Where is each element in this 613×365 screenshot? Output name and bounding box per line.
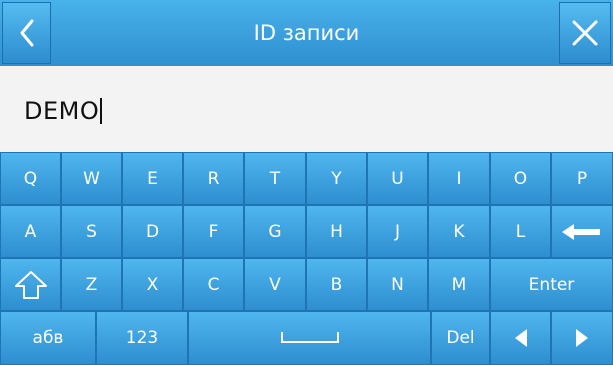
key-y[interactable]: Y	[306, 152, 367, 205]
cursor-right-button[interactable]	[551, 311, 613, 365]
page-title: ID записи	[253, 21, 360, 45]
key-s[interactable]: S	[61, 205, 122, 258]
onscreen-keyboard: Q W E R T Y U I O P A S D F G H J K L Z …	[0, 152, 613, 365]
key-x[interactable]: X	[122, 258, 183, 311]
space-button[interactable]	[188, 311, 431, 365]
key-f[interactable]: F	[183, 205, 244, 258]
chevron-left-icon	[20, 19, 33, 47]
record-id-input[interactable]: DEMO	[0, 66, 613, 152]
input-text: DEMO	[24, 97, 103, 125]
title-bar: ID записи	[0, 0, 613, 66]
key-a[interactable]: A	[0, 205, 61, 258]
screen: ID записи DEMO Q W E R T Y U I O P A S D…	[0, 0, 613, 365]
key-w[interactable]: W	[61, 152, 122, 205]
arrow-left-icon	[514, 329, 527, 347]
back-button[interactable]	[2, 2, 51, 64]
key-b[interactable]: B	[306, 258, 367, 311]
shift-button[interactable]	[0, 258, 61, 311]
key-r[interactable]: R	[183, 152, 244, 205]
key-z[interactable]: Z	[61, 258, 122, 311]
key-o[interactable]: O	[490, 152, 551, 205]
close-button[interactable]	[559, 2, 611, 64]
key-u[interactable]: U	[367, 152, 428, 205]
key-p[interactable]: P	[551, 152, 613, 205]
backspace-arrow-icon	[562, 223, 600, 240]
key-m[interactable]: M	[428, 258, 490, 311]
enter-button[interactable]: Enter	[490, 258, 613, 311]
space-icon	[280, 332, 339, 343]
key-t[interactable]: T	[244, 152, 306, 205]
key-e[interactable]: E	[122, 152, 183, 205]
key-n[interactable]: N	[367, 258, 428, 311]
alpha-layout-button[interactable]: абв	[0, 311, 96, 365]
key-v[interactable]: V	[244, 258, 306, 311]
key-k[interactable]: K	[428, 205, 490, 258]
key-i[interactable]: I	[428, 152, 490, 205]
key-q[interactable]: Q	[0, 152, 61, 205]
cursor-left-button[interactable]	[490, 311, 551, 365]
arrow-right-icon	[576, 329, 588, 347]
key-l[interactable]: L	[490, 205, 551, 258]
close-icon	[572, 20, 598, 46]
key-j[interactable]: J	[367, 205, 428, 258]
text-caret	[100, 98, 103, 124]
shift-icon	[14, 270, 47, 299]
delete-button[interactable]: Del	[431, 311, 490, 365]
backspace-button[interactable]	[551, 205, 613, 258]
numeric-layout-button[interactable]: 123	[96, 311, 188, 365]
key-h[interactable]: H	[306, 205, 367, 258]
key-c[interactable]: C	[183, 258, 244, 311]
key-g[interactable]: G	[244, 205, 306, 258]
input-value: DEMO	[24, 97, 100, 125]
key-d[interactable]: D	[122, 205, 183, 258]
